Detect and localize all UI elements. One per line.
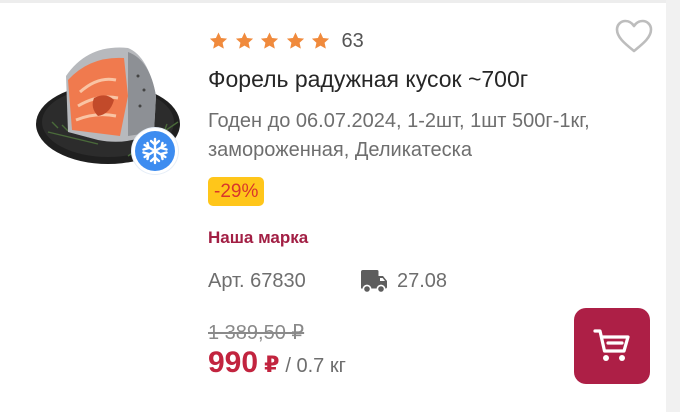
- star-icon: [209, 32, 228, 49]
- star-icon: [311, 32, 330, 49]
- article-number: Арт. 67830: [208, 270, 306, 292]
- favorite-button[interactable]: [612, 16, 656, 56]
- cart-icon: [593, 329, 630, 361]
- heart-outline-icon: [615, 19, 653, 53]
- discount-badge: -29%: [208, 177, 265, 206]
- price-unit: / 0.7 кг: [285, 355, 346, 377]
- old-price: 1 389,50 ₽: [208, 322, 305, 344]
- snowflake-icon: [142, 137, 168, 165]
- product-description: Годен до 06.07.2024, 1-2шт, 1шт 500г-1кг…: [208, 110, 590, 161]
- add-to-cart-button[interactable]: [574, 308, 650, 384]
- price-currency: ₽: [264, 352, 280, 377]
- delivery-date: 27.08: [397, 270, 448, 292]
- star-icon: [235, 32, 253, 49]
- truck-icon: [361, 270, 387, 294]
- product-title[interactable]: Форель радужная кусок ~700г: [208, 66, 528, 93]
- frozen-badge: [132, 128, 178, 174]
- rating: 63: [208, 28, 364, 54]
- brand-label: Наша марка: [208, 228, 309, 247]
- star-icon: [286, 32, 304, 49]
- rating-count: 63: [341, 29, 364, 52]
- product-card[interactable]: 63 Форель радужная кусок ~700г Годен до …: [0, 0, 680, 412]
- price-row: 990 ₽ / 0.7 кг: [208, 346, 346, 382]
- top-divider: [0, 0, 680, 3]
- adjacent-card-edge: [666, 0, 680, 412]
- current-price: 990: [208, 346, 259, 379]
- star-icon: [260, 32, 279, 49]
